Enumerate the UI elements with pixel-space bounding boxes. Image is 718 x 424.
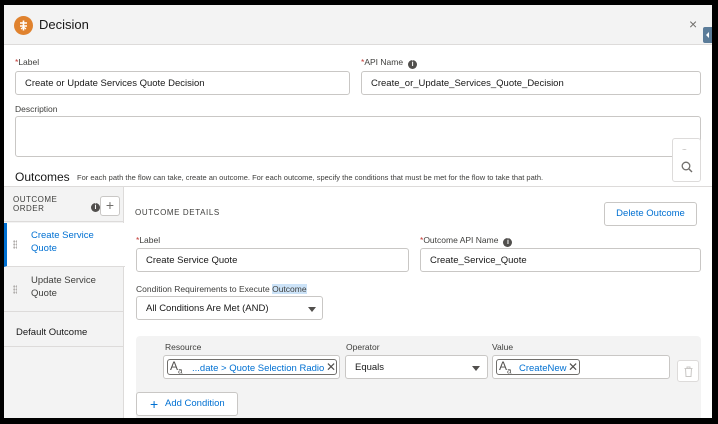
chevron-down-icon xyxy=(308,307,316,312)
outcome-item-update-service-quote[interactable]: Update Service Quote xyxy=(4,268,124,312)
text-type-icon: Aa xyxy=(499,359,512,376)
outcome-details-heading: OUTCOME DETAILS xyxy=(135,208,220,217)
chevron-down-icon xyxy=(472,366,480,371)
outcome-api-name-input[interactable]: Create_Service_Quote xyxy=(420,248,701,272)
api-name-input[interactable]: Create_or_Update_Services_Quote_Decision xyxy=(361,71,701,95)
api-name-field-label: *API Name i xyxy=(361,57,418,69)
resize-handle-icon: .... xyxy=(682,145,687,152)
resource-field[interactable]: Aa ...date > Quote Selection Radio ✕ xyxy=(163,355,340,379)
outcome-item-label: Create Service Quote xyxy=(31,230,94,254)
modal-header: Decision × xyxy=(4,5,712,45)
outcome-api-name-label: *Outcome API Name i xyxy=(420,235,513,247)
modal-title: Decision xyxy=(39,17,89,32)
condition-requirements-select[interactable]: All Conditions Are Met (AND) xyxy=(136,296,323,320)
delete-outcome-button[interactable]: Delete Outcome xyxy=(604,202,697,226)
remove-icon[interactable]: ✕ xyxy=(568,360,578,374)
default-outcome-item[interactable]: Default Outcome xyxy=(16,327,87,338)
outcome-list-spacer xyxy=(4,346,124,418)
add-condition-button[interactable]: + Add Condition xyxy=(136,392,238,416)
outcomes-title: Outcomes xyxy=(15,170,70,184)
outcome-order-panel: OUTCOME ORDER i + Create Service Quote U… xyxy=(4,187,125,418)
value-label: Value xyxy=(492,342,514,352)
outcome-label-input[interactable]: Create Service Quote xyxy=(136,248,409,272)
outcome-order-label: OUTCOME ORDER xyxy=(13,195,58,213)
delete-condition-button[interactable] xyxy=(677,360,699,382)
text-type-icon: Aa xyxy=(170,359,183,376)
condition-requirements-label: Condition Requirements to Execute Outcom… xyxy=(136,284,307,294)
description-label: Description xyxy=(15,104,58,114)
info-icon[interactable]: i xyxy=(503,238,513,247)
drag-handle-icon[interactable] xyxy=(13,240,17,249)
drag-handle-icon[interactable] xyxy=(13,285,17,294)
description-textarea[interactable] xyxy=(15,116,701,157)
resource-picker-button[interactable]: .... xyxy=(672,138,701,182)
label-field-label: *Label xyxy=(15,57,40,67)
info-icon[interactable]: i xyxy=(91,203,100,212)
trash-icon xyxy=(684,366,693,377)
add-outcome-button[interactable]: + xyxy=(100,196,120,216)
search-icon xyxy=(681,161,693,173)
label-input[interactable]: Create or Update Services Quote Decision xyxy=(15,71,350,95)
add-icon: + xyxy=(150,396,159,412)
info-icon[interactable]: i xyxy=(408,60,418,69)
value-text: CreateNew xyxy=(519,363,567,374)
close-icon[interactable]: × xyxy=(689,16,697,32)
resource-pill[interactable]: Aa ...date > Quote Selection Radio ✕ xyxy=(167,359,337,375)
operator-select[interactable]: Equals xyxy=(345,355,488,379)
value-pill[interactable]: Aa CreateNew ✕ xyxy=(496,359,580,375)
outcome-label-label: *Label xyxy=(136,235,161,245)
outcome-item-create-service-quote[interactable]: Create Service Quote xyxy=(4,223,125,267)
decision-modal: Decision × *Label Create or Update Servi… xyxy=(4,5,712,418)
resource-label: Resource xyxy=(165,342,202,352)
remove-icon[interactable]: ✕ xyxy=(326,360,336,374)
operator-label: Operator xyxy=(346,342,380,352)
value-field[interactable]: Aa CreateNew ✕ xyxy=(492,355,670,379)
outcome-order-header: OUTCOME ORDER i + xyxy=(4,187,124,222)
resource-value: ...date > Quote Selection Radio xyxy=(192,363,325,374)
outcomes-description: For each path the flow can take, create … xyxy=(77,173,544,182)
operator-value: Equals xyxy=(355,362,385,373)
outcome-item-label: Update Service Quote xyxy=(31,275,96,299)
decision-icon xyxy=(14,16,33,35)
add-condition-label: Add Condition xyxy=(165,398,225,409)
condition-requirements-value: All Conditions Are Met (AND) xyxy=(146,303,269,314)
collapse-panel-tab[interactable] xyxy=(703,27,712,43)
